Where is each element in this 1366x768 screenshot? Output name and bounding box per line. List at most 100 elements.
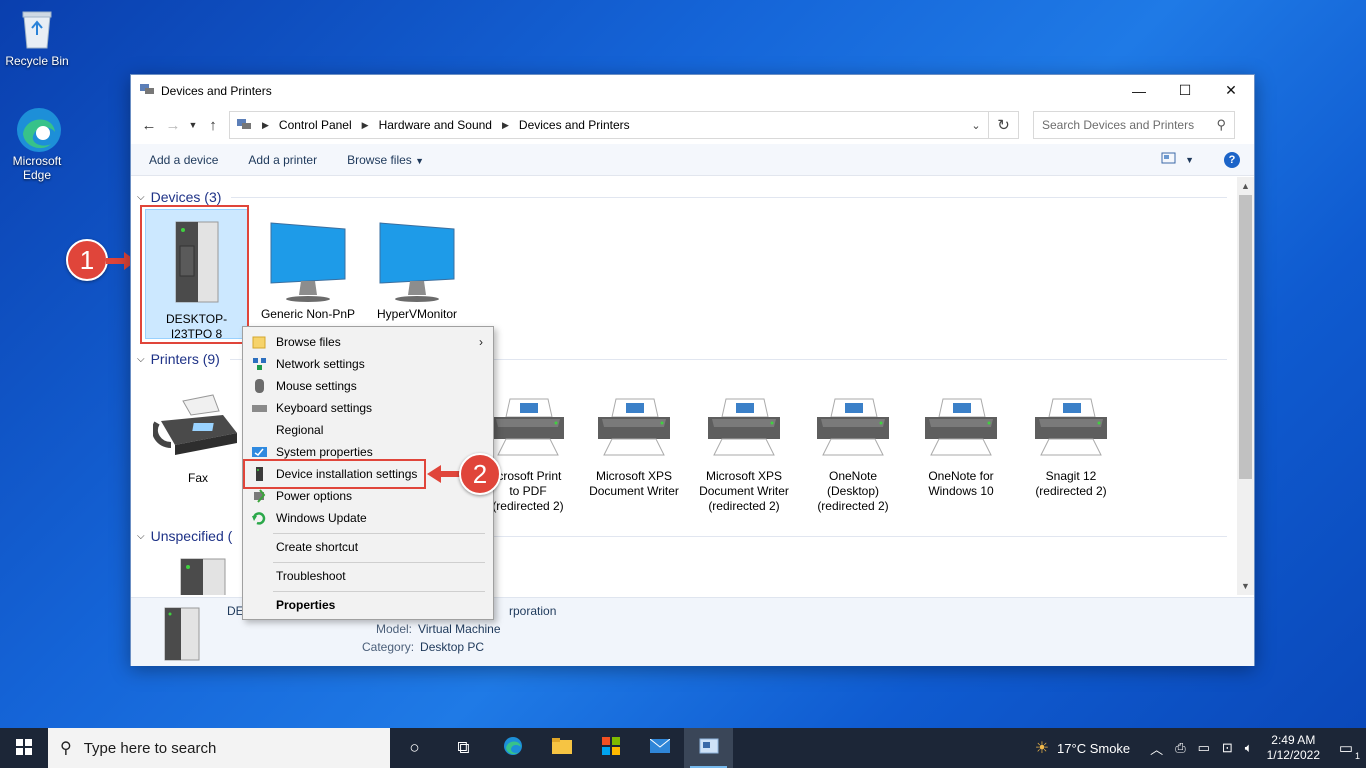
up-button[interactable]: ↑ (201, 113, 225, 137)
menu-item-keyboard-settings[interactable]: Keyboard settings (243, 397, 493, 419)
caret-down-icon: ▼ (415, 155, 425, 166)
details-manufacturer: rporation (509, 604, 557, 618)
back-button[interactable]: ← (137, 113, 161, 137)
menu-item-browse-files[interactable]: Browse files › (243, 331, 493, 353)
printer-icon (811, 393, 895, 465)
taskbar-search-input[interactable]: ⚲ Type here to search (48, 728, 390, 768)
minimize-button[interactable]: — (1116, 75, 1162, 106)
desktop-icon-label: Recycle Bin (5, 54, 69, 68)
search-input[interactable]: Search Devices and Printers ⚲ (1033, 111, 1235, 139)
menu-item-properties[interactable]: Properties (243, 594, 493, 616)
desktop-tower-icon (169, 553, 239, 595)
device-item-hyperv-monitor[interactable]: HyperVMonitor (364, 217, 470, 322)
taskbar-devices-printers[interactable] (684, 728, 733, 768)
task-view-button[interactable]: ⧉ (439, 728, 488, 768)
menu-item-network-settings[interactable]: Network settings (243, 353, 493, 375)
taskbar: ⚲ Type here to search ○ ⧉ ☀ 17°C Smoke ︿… (0, 728, 1366, 768)
desktop-recycle-bin[interactable]: Recycle Bin (0, 6, 74, 68)
system-tray: ☀ 17°C Smoke ︿ ⎙ ▭ ⊡ 🔈︎ 2:49 AM 1/12/202… (1035, 728, 1366, 768)
add-device-button[interactable]: Add a device (149, 153, 218, 167)
address-row: ← → ▼ ↑ ▶ Control Panel ▶ Hardware and S… (131, 106, 1254, 144)
chevron-down-icon: ⌵ (137, 191, 145, 203)
annotation-highlight-device-installation (243, 459, 426, 489)
network-icon[interactable]: ⊡ (1222, 740, 1233, 756)
taskbar-store[interactable] (586, 728, 635, 768)
refresh-icon: ↻ (997, 117, 1010, 134)
vertical-scrollbar[interactable]: ▲ ▼ (1237, 177, 1254, 595)
annotation-step-2: 2 (459, 453, 501, 495)
view-dropdown-icon[interactable]: ▼ (1185, 155, 1194, 165)
store-icon (601, 736, 620, 760)
window-title: Devices and Printers (161, 83, 272, 98)
taskbar-edge[interactable] (488, 728, 537, 768)
chevron-right-icon: ▶ (501, 119, 509, 130)
details-category: Category: Desktop PC (362, 640, 485, 654)
scrollbar-thumb[interactable] (1239, 195, 1252, 479)
meet-now-icon[interactable]: ⎙ (1175, 740, 1185, 756)
update-icon (252, 511, 267, 525)
breadcrumb-devices-printers[interactable]: Devices and Printers (519, 118, 630, 132)
weather-icon: ☀ (1034, 740, 1050, 757)
recent-locations-button[interactable]: ▼ (185, 113, 201, 137)
printer-item-onenote-win10[interactable]: OneNote for Windows 10 (908, 393, 1014, 499)
printer-item-onenote-desktop[interactable]: OneNote (Desktop) (redirected 2) (800, 393, 906, 514)
power-icon (252, 489, 267, 503)
address-dropdown-button[interactable]: ⌄ (964, 119, 988, 132)
mouse-icon (252, 379, 267, 393)
menu-item-mouse-settings[interactable]: Mouse settings (243, 375, 493, 397)
scroll-up-icon[interactable]: ▲ (1237, 181, 1254, 191)
desktop-tower-icon (155, 602, 209, 665)
group-header-devices[interactable]: ⌵ Devices (3) (137, 189, 1227, 205)
help-icon[interactable]: ? (1224, 151, 1240, 168)
arrow-left-icon: ← (141, 116, 157, 134)
printer-item-snagit[interactable]: Snagit 12 (redirected 2) (1018, 393, 1124, 499)
breadcrumb-hardware-sound[interactable]: Hardware and Sound (379, 118, 492, 132)
refresh-button[interactable]: ↻ (989, 111, 1019, 139)
add-printer-button[interactable]: Add a printer (248, 153, 317, 167)
start-button[interactable] (0, 728, 48, 768)
printer-item-xps-writer[interactable]: Microsoft XPS Document Writer (581, 393, 687, 499)
breadcrumb-control-panel[interactable]: Control Panel (279, 118, 352, 132)
taskbar-file-explorer[interactable] (537, 728, 586, 768)
menu-item-windows-update[interactable]: Windows Update (243, 507, 493, 529)
devices-printers-icon (139, 82, 155, 99)
address-bar[interactable]: ▶ Control Panel ▶ Hardware and Sound ▶ D… (229, 111, 989, 139)
view-options-icon[interactable] (1161, 152, 1177, 167)
forward-button[interactable]: → (161, 113, 185, 137)
chevron-right-icon: ▶ (262, 119, 269, 130)
volume-icon[interactable]: 🔈︎ (1245, 740, 1253, 756)
menu-item-create-shortcut[interactable]: Create shortcut (243, 536, 493, 558)
search-icon: ⚲ (60, 740, 72, 757)
search-icon: ⚲ (1216, 117, 1226, 132)
clock[interactable]: 2:49 AM 1/12/2022 (1267, 733, 1320, 763)
battery-icon[interactable]: ▭ (1198, 740, 1210, 756)
weather-text[interactable]: 17°C Smoke (1057, 741, 1130, 756)
browse-files-button[interactable]: Browse files ▼ (347, 153, 424, 167)
maximize-button[interactable]: ☐ (1162, 75, 1208, 106)
desktop-edge[interactable]: Microsoft Edge (0, 106, 74, 182)
close-button[interactable]: ✕ (1208, 75, 1254, 106)
system-icon (252, 445, 267, 459)
printer-icon (919, 393, 1003, 465)
keyboard-icon (252, 401, 267, 415)
devices-printers-icon (236, 117, 252, 134)
network-icon (252, 357, 267, 371)
chevron-down-icon: ⌵ (137, 530, 145, 542)
printer-item-fax[interactable]: Fax (145, 393, 251, 486)
printer-item-xps-writer-redirected[interactable]: Microsoft XPS Document Writer (redirecte… (691, 393, 797, 514)
taskbar-mail[interactable] (635, 728, 684, 768)
scroll-down-icon[interactable]: ▼ (1237, 581, 1254, 591)
menu-separator (273, 562, 485, 563)
device-item-generic-monitor[interactable]: Generic Non-PnP (255, 217, 361, 322)
notifications-button[interactable]: ▭ 1 (1326, 739, 1366, 761)
menu-separator (273, 533, 485, 534)
cortana-button[interactable]: ○ (390, 728, 439, 768)
menu-item-regional[interactable]: Regional (243, 419, 493, 441)
title-bar: Devices and Printers — ☐ ✕ (131, 75, 1254, 106)
annotation-step-1: 1 (66, 239, 108, 281)
menu-item-troubleshoot[interactable]: Troubleshoot (243, 565, 493, 587)
printer-icon (592, 393, 676, 465)
tray-overflow-icon[interactable]: ︿ (1150, 739, 1163, 758)
notification-icon: ▭ (1338, 740, 1354, 757)
recycle-bin-icon (15, 6, 59, 50)
